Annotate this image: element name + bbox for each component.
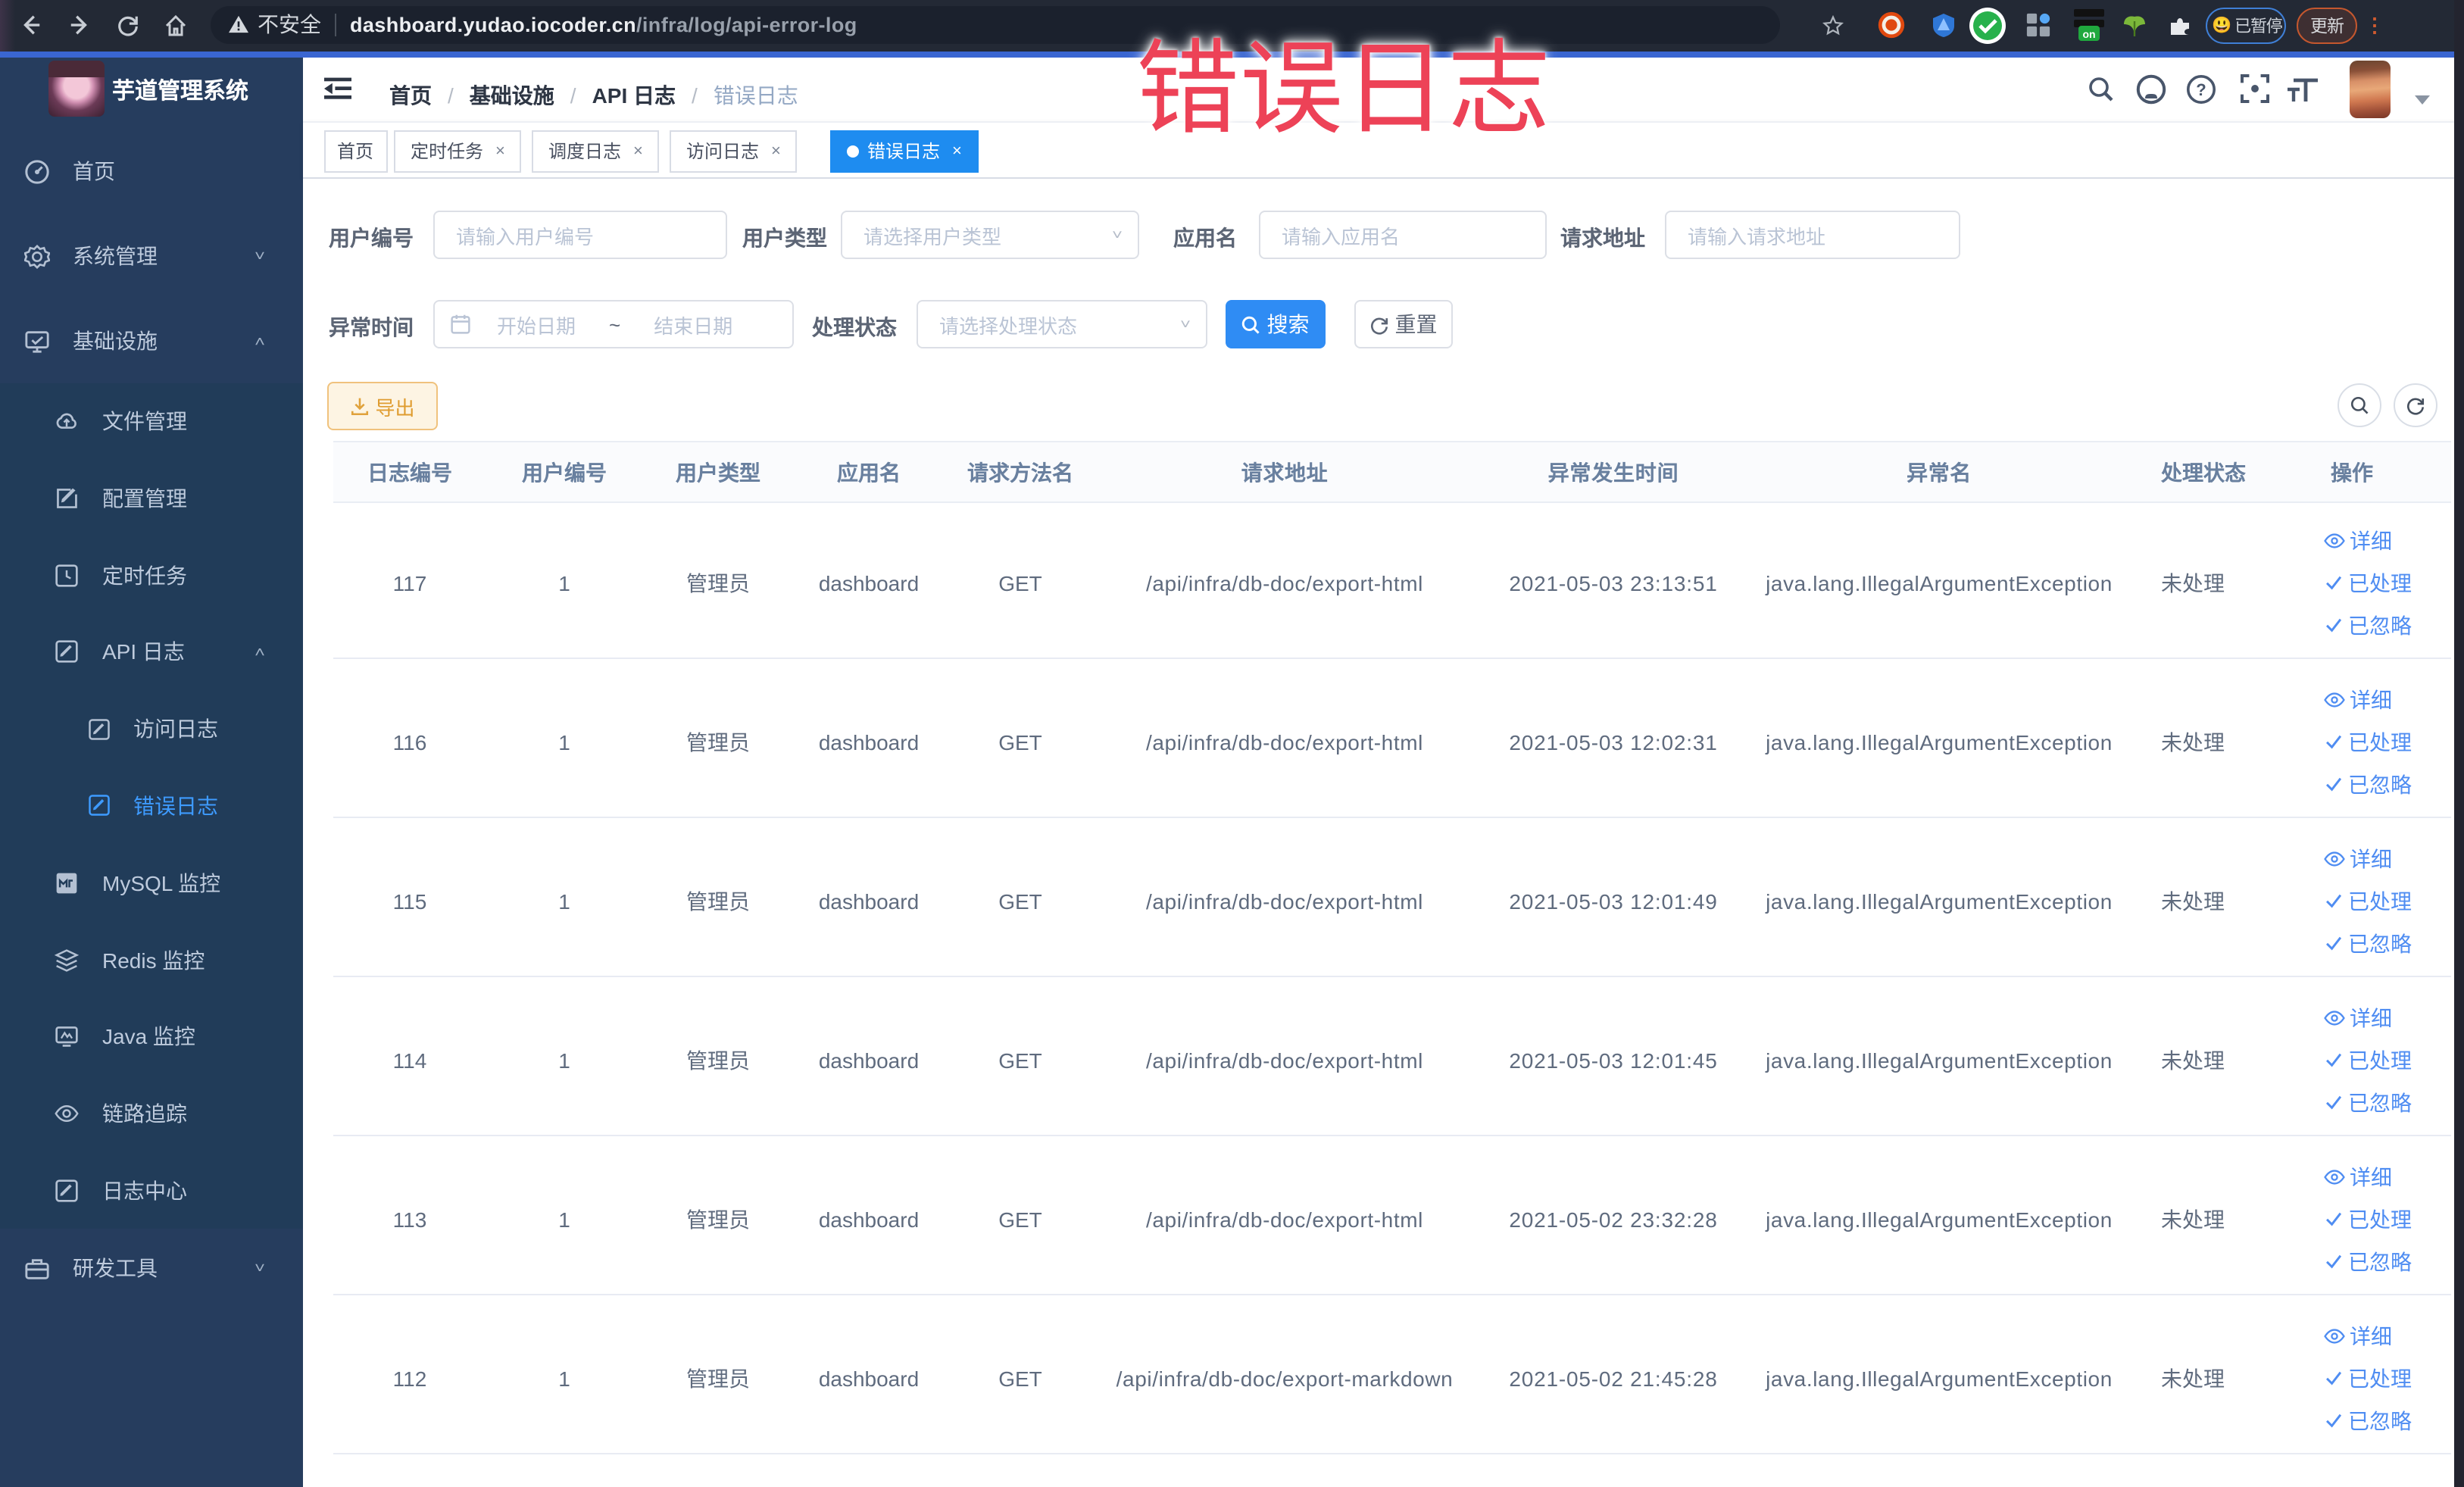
svg-text:?: ? bbox=[2196, 80, 2206, 98]
svg-text:on: on bbox=[2082, 28, 2095, 40]
